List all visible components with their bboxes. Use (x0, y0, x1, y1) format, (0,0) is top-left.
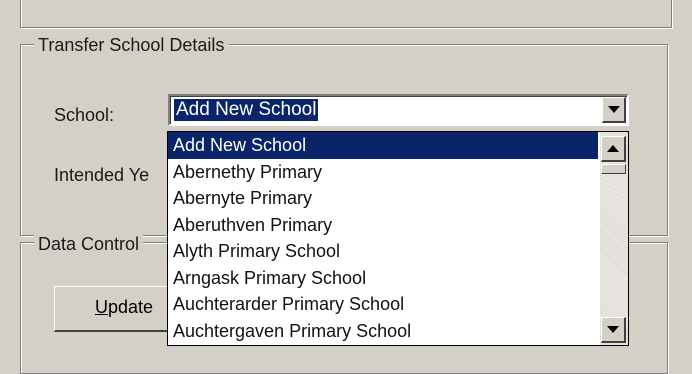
data-control-group-title: Data Control (34, 234, 144, 254)
list-item[interactable]: Auchterarder Primary School (168, 291, 598, 318)
list-item[interactable]: Arngask Primary School (168, 265, 598, 292)
top-group-box (20, 0, 672, 28)
dropdown-scrollbar[interactable] (600, 132, 628, 345)
list-item[interactable]: Add New School (168, 132, 598, 159)
intended-year-label: Intended Ye (54, 165, 150, 185)
update-button-label: Update (95, 297, 154, 317)
list-item[interactable]: Abernethy Primary (168, 159, 598, 186)
combobox-dropdown-button[interactable] (602, 97, 626, 123)
list-item[interactable]: Alyth Primary School (168, 238, 598, 265)
list-item[interactable]: Auchtergaven Primary School (168, 318, 598, 345)
school-combobox[interactable]: Add New School (168, 94, 629, 126)
scroll-up-button[interactable] (601, 136, 626, 162)
arrow-down-icon (607, 326, 619, 333)
arrow-up-icon (607, 145, 619, 152)
scroll-down-button[interactable] (601, 317, 626, 343)
school-combobox-value[interactable]: Add New School (174, 99, 319, 121)
transfer-school-group-title: Transfer School Details (34, 35, 229, 55)
list-item[interactable]: Abernyte Primary (168, 185, 598, 212)
chevron-down-icon (607, 106, 620, 113)
scrollbar-thumb[interactable] (601, 164, 626, 174)
school-options-list: Add New School Abernethy Primary Abernyt… (168, 132, 598, 344)
school-label: School: (54, 105, 115, 125)
list-item[interactable]: Aberuthven Primary (168, 212, 598, 239)
school-dropdown-list[interactable]: Add New School Abernethy Primary Abernyt… (167, 131, 629, 346)
